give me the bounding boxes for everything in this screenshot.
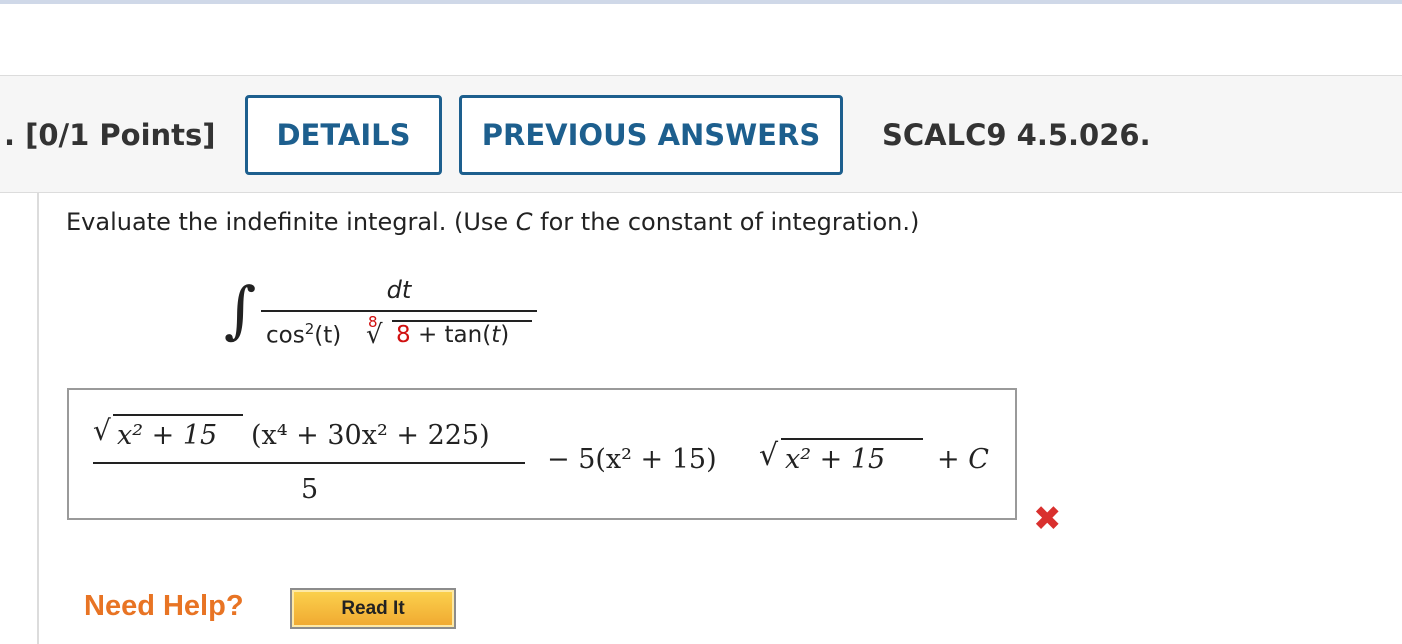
details-button[interactable]: DETAILS	[245, 95, 442, 175]
plus-constant: + C	[937, 444, 989, 475]
sqrt-symbol-2: √	[759, 438, 779, 473]
constant-symbol: C	[515, 208, 533, 236]
radicand-close: )	[500, 322, 510, 348]
answer-fraction-bar	[93, 462, 525, 464]
cos-arg: (t)	[314, 322, 342, 349]
integral-numerator: dt	[364, 276, 434, 304]
question-text-before: Evaluate the indefinite integral. (Use	[66, 208, 516, 236]
need-help-label: Need Help?	[84, 590, 244, 622]
radicand: 8 + tan(t)	[396, 322, 509, 348]
incorrect-x-icon: ✖	[1033, 499, 1062, 539]
question-text: Evaluate the indefinite integral. (Use C…	[66, 208, 919, 236]
cos-text: cos	[266, 322, 305, 349]
answer-box[interactable]: √ x² + 15 (x⁴ + 30x² + 225) 5 − 5(x² + 1…	[67, 388, 1017, 520]
integral-numerator-text: dt	[386, 276, 412, 304]
radicand-rest: + tan(	[417, 322, 492, 348]
problem-reference: SCALC9 4.5.026.	[882, 118, 1151, 152]
answer-denominator: 5	[301, 474, 319, 505]
sqrt-overline-2	[781, 438, 923, 440]
read-it-button[interactable]: Read It	[290, 588, 456, 629]
sqrt-inner-1: x² + 15	[117, 420, 218, 451]
points-label: . [0/1 Points]	[4, 118, 216, 152]
sqrt-overline-1	[113, 414, 243, 416]
left-divider	[37, 193, 39, 644]
question-text-after: for the constant of integration.)	[532, 208, 920, 236]
poly-numerator: (x⁴ + 30x² + 225)	[251, 420, 490, 451]
sqrt-inner-2: x² + 15	[785, 444, 886, 475]
radicand-var: t	[491, 322, 501, 348]
sqrt-symbol-1: √	[93, 414, 111, 447]
second-term: − 5(x² + 15)	[547, 444, 717, 475]
integral-fraction-bar	[261, 310, 537, 312]
integral-sign: ∫	[224, 273, 257, 346]
previous-answers-button[interactable]: PREVIOUS ANSWERS	[459, 95, 843, 175]
top-rule	[0, 0, 1402, 4]
radicand-highlight: 8	[396, 322, 411, 348]
root-sign: √	[366, 320, 383, 350]
integral-denominator: cos2(t)	[266, 320, 341, 349]
cos-power: 2	[304, 320, 315, 338]
